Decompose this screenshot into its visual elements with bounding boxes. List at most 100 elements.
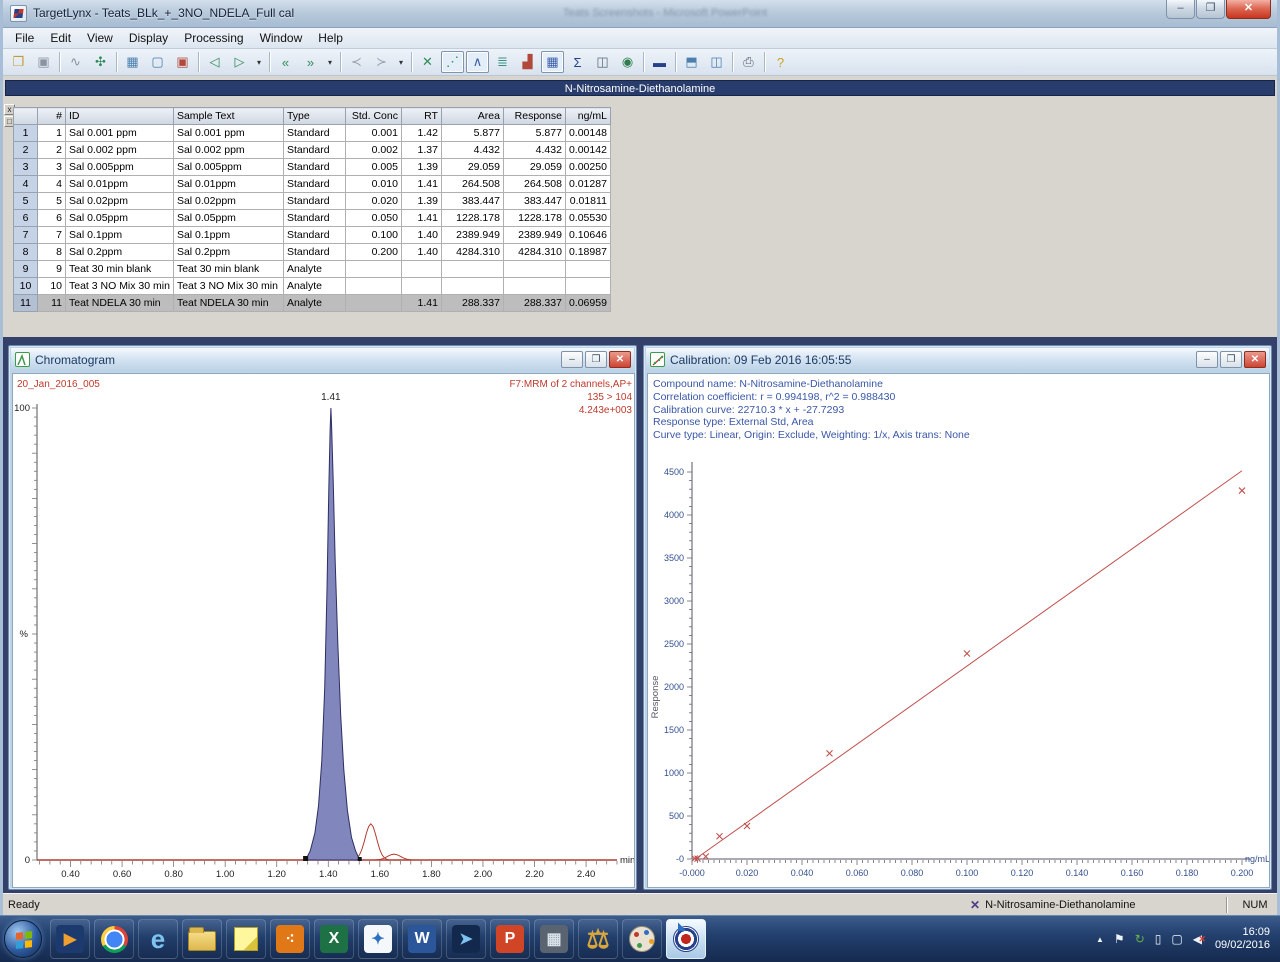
cell[interactable] — [565, 278, 610, 295]
toolbar-sample-dropdown[interactable]: ▾ — [253, 51, 265, 73]
cell[interactable]: Sal 0.02ppm — [173, 193, 283, 210]
taskbar-targetlynx[interactable] — [666, 919, 706, 959]
cell[interactable]: 0.100 — [345, 227, 401, 244]
toolbar-function-dropdown[interactable]: ▾ — [395, 51, 407, 73]
taskbar-app-orange[interactable]: ⁖ — [270, 919, 310, 959]
cell[interactable]: 1.40 — [401, 244, 441, 261]
cell[interactable]: Standard — [283, 227, 345, 244]
taskbar-paint-palette[interactable] — [622, 919, 662, 959]
cell[interactable]: 1.41 — [401, 176, 441, 193]
table-row[interactable]: 44Sal 0.01ppmSal 0.01ppmStandard0.0101.4… — [14, 176, 611, 193]
chromatogram-plot[interactable]: 20_Jan_2016_005F7:MRM of 2 channels,AP+1… — [12, 373, 635, 888]
cell[interactable]: 1.40 — [401, 227, 441, 244]
cell[interactable]: Teat 3 NO Mix 30 min — [66, 278, 174, 295]
cell[interactable]: Standard — [283, 210, 345, 227]
cell[interactable]: Sal 0.001 ppm — [66, 125, 174, 142]
cell[interactable]: Teat 30 min blank — [173, 261, 283, 278]
toolbar-process-update-icon[interactable]: ✣ — [89, 51, 112, 73]
cell[interactable]: 6 — [38, 210, 66, 227]
toolbar-help-icon[interactable]: ? — [769, 51, 792, 73]
cell[interactable]: 1.42 — [401, 125, 441, 142]
cell[interactable]: 0.10646 — [565, 227, 610, 244]
tray-expand-icon[interactable]: ▲ — [1096, 935, 1104, 944]
toolbar-split-horizontal-icon[interactable]: ⬒ — [680, 51, 703, 73]
taskbar-chrome[interactable] — [94, 919, 134, 959]
cell[interactable]: 0.002 — [345, 142, 401, 159]
toolbar-autoscale-icon[interactable]: ✕ — [416, 51, 439, 73]
cell[interactable]: Sal 0.2ppm — [66, 244, 174, 261]
cell[interactable]: 0.001 — [345, 125, 401, 142]
toolbar-save-file-icon[interactable]: ▣ — [32, 51, 55, 73]
cell[interactable]: 1.39 — [401, 159, 441, 176]
row-number[interactable]: 4 — [14, 176, 38, 193]
cell[interactable]: 4 — [38, 176, 66, 193]
cell[interactable]: Sal 0.05ppm — [173, 210, 283, 227]
column-header-Std. Conc[interactable]: Std. Conc — [345, 108, 401, 125]
cell[interactable]: Sal 0.005ppm — [66, 159, 174, 176]
cell[interactable]: Sal 0.2ppm — [173, 244, 283, 261]
column-header-rownum[interactable] — [14, 108, 38, 125]
tray-update-icon[interactable]: ↻ — [1135, 932, 1145, 946]
table-row[interactable]: 66Sal 0.05ppmSal 0.05ppmStandard0.0501.4… — [14, 210, 611, 227]
taskbar-app-arrow-blue[interactable]: ➤ — [446, 919, 486, 959]
cell[interactable] — [503, 261, 565, 278]
cell[interactable]: Sal 0.002 ppm — [173, 142, 283, 159]
cell[interactable]: 11 — [38, 295, 66, 312]
chromatogram-titlebar[interactable]: Chromatogram ‒ ❐ ✕ — [11, 348, 634, 371]
table-row[interactable]: 1111Teat NDELA 30 minTeat NDELA 30 minAn… — [14, 295, 611, 312]
table-row[interactable]: 22Sal 0.002 ppmSal 0.002 ppmStandard0.00… — [14, 142, 611, 159]
taskbar-excel[interactable]: X — [314, 919, 354, 959]
cell[interactable]: Standard — [283, 176, 345, 193]
cell[interactable]: 2 — [38, 142, 66, 159]
cell[interactable]: 288.337 — [441, 295, 503, 312]
cell[interactable]: 383.447 — [503, 193, 565, 210]
cell[interactable]: 10 — [38, 278, 66, 295]
cell[interactable]: 264.508 — [441, 176, 503, 193]
cell[interactable]: Standard — [283, 193, 345, 210]
toolbar-calibration-curve-icon[interactable]: ∿ — [64, 51, 87, 73]
toolbar-next-compound-icon[interactable]: » — [299, 51, 322, 73]
column-header-ng/mL[interactable]: ng/mL — [565, 108, 610, 125]
taskbar-folder-explorer[interactable] — [182, 919, 222, 959]
cell[interactable]: Standard — [283, 244, 345, 261]
menu-help[interactable]: Help — [310, 29, 351, 47]
cell[interactable]: 0.06959 — [565, 295, 610, 312]
chromatogram-restore-button[interactable]: ❐ — [585, 351, 607, 368]
cell[interactable]: 29.059 — [441, 159, 503, 176]
tray-device-icon[interactable]: ▯ — [1155, 932, 1162, 946]
menu-edit[interactable]: Edit — [42, 29, 79, 47]
table-row[interactable]: 99Teat 30 min blankTeat 30 min blankAnal… — [14, 261, 611, 278]
taskbar-scales[interactable]: ⚖ — [578, 919, 618, 959]
taskbar-app-document-blue[interactable]: ✦ — [358, 919, 398, 959]
toolbar-show-calibration-plot-icon[interactable]: ⋰ — [441, 51, 464, 73]
cell[interactable] — [565, 261, 610, 278]
taskbar-sticky-notes[interactable] — [226, 919, 266, 959]
cell[interactable]: 0.00148 — [565, 125, 610, 142]
cell[interactable]: Teat 30 min blank — [66, 261, 174, 278]
tray-network-icon[interactable]: ▢ — [1171, 932, 1182, 946]
toolbar-previous-compound-icon[interactable]: « — [274, 51, 297, 73]
cell[interactable]: Sal 0.1ppm — [173, 227, 283, 244]
toolbar-show-spectrum-icon[interactable]: ≣ — [491, 51, 514, 73]
toolbar-next-function-icon[interactable]: ≻ — [370, 51, 393, 73]
cell[interactable]: Analyte — [283, 278, 345, 295]
cell[interactable]: 3 — [38, 159, 66, 176]
tray-clock[interactable]: 16:09 09/02/2016 — [1215, 926, 1270, 952]
cell[interactable]: 4.432 — [503, 142, 565, 159]
cell[interactable]: Sal 0.002 ppm — [66, 142, 174, 159]
titlebar[interactable]: TargetLynx - Teats_BLk_+_3NO_NDELA_Full … — [3, 0, 1277, 28]
cell[interactable]: 5 — [38, 193, 66, 210]
cell[interactable] — [345, 295, 401, 312]
toolbar-previous-sample-icon[interactable]: ◁ — [203, 51, 226, 73]
toolbar-split-vertical-icon[interactable]: ◫ — [705, 51, 728, 73]
cell[interactable]: 1.41 — [401, 295, 441, 312]
toolbar-show-chromatogram-icon[interactable]: ∧ — [466, 51, 489, 73]
minimize-button[interactable]: ‒ — [1166, 0, 1195, 19]
toolbar-show-results-grid-icon[interactable]: ▦ — [541, 51, 564, 73]
cell[interactable]: Sal 0.1ppm — [66, 227, 174, 244]
cell[interactable]: Sal 0.02ppm — [66, 193, 174, 210]
table-row[interactable]: 33Sal 0.005ppmSal 0.005ppmStandard0.0051… — [14, 159, 611, 176]
cell[interactable]: Teat NDELA 30 min — [66, 295, 174, 312]
calibration-minimize-button[interactable]: ‒ — [1196, 351, 1218, 368]
cell[interactable]: 9 — [38, 261, 66, 278]
